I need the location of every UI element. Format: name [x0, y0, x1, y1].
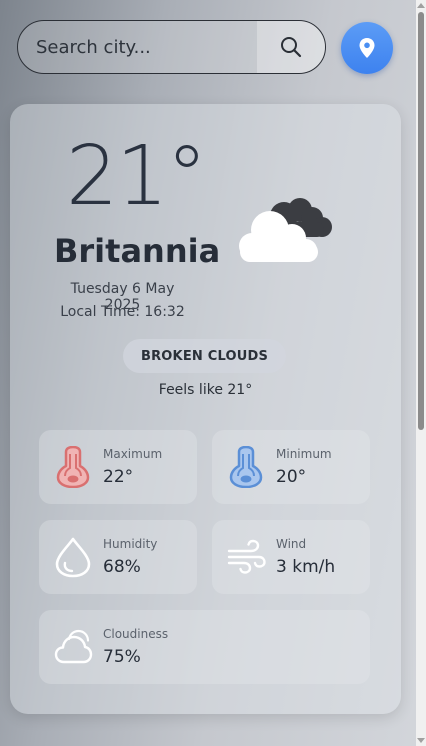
feels-like-text: Feels like 21°: [158, 382, 253, 398]
broken-clouds-icon: [226, 192, 338, 274]
current-location-button[interactable]: [341, 22, 393, 74]
current-temperature: 21°: [66, 129, 207, 224]
detail-tile-humidity: Humidity 68%: [39, 520, 197, 594]
detail-tile-minimum: Minimum 20°: [212, 430, 370, 504]
search-bar: [17, 20, 326, 74]
weather-card: 21° Britannia Tuesday 6 May 2025 Local T…: [10, 104, 401, 714]
scrollbar-thumb[interactable]: [418, 12, 424, 430]
detail-tile-wind: Wind 3 km/h: [212, 520, 370, 594]
detail-tile-maximum: Maximum 22°: [39, 430, 197, 504]
local-time: Local Time: 16:32: [60, 304, 185, 320]
search-icon: [281, 37, 302, 58]
weather-description-badge: BROKEN CLOUDS: [123, 339, 286, 373]
detail-value: 20°: [276, 467, 307, 487]
weather-app: 21° Britannia Tuesday 6 May 2025 Local T…: [0, 0, 416, 746]
thermometer-hot-icon: [53, 445, 93, 489]
cloud-icon: [53, 626, 93, 668]
detail-label: Cloudiness: [103, 627, 169, 641]
detail-value: 68%: [103, 557, 141, 577]
droplet-icon: [53, 536, 93, 578]
thermometer-cold-icon: [226, 445, 266, 489]
map-pin-icon: [359, 38, 375, 58]
city-name: Britannia: [54, 232, 221, 270]
vertical-scrollbar[interactable]: [416, 0, 426, 746]
detail-label: Maximum: [103, 447, 163, 461]
detail-label: Minimum: [276, 447, 332, 461]
scroll-down-arrow[interactable]: [417, 738, 425, 743]
detail-value: 75%: [103, 647, 141, 667]
detail-value: 22°: [103, 467, 134, 487]
search-input[interactable]: [18, 21, 258, 73]
scroll-up-arrow[interactable]: [417, 3, 425, 8]
detail-label: Humidity: [103, 537, 158, 551]
detail-tile-cloudiness: Cloudiness 75%: [39, 610, 370, 684]
wind-icon: [226, 536, 266, 578]
search-button[interactable]: [257, 21, 325, 73]
detail-value: 3 km/h: [276, 557, 336, 577]
detail-label: Wind: [276, 537, 307, 551]
